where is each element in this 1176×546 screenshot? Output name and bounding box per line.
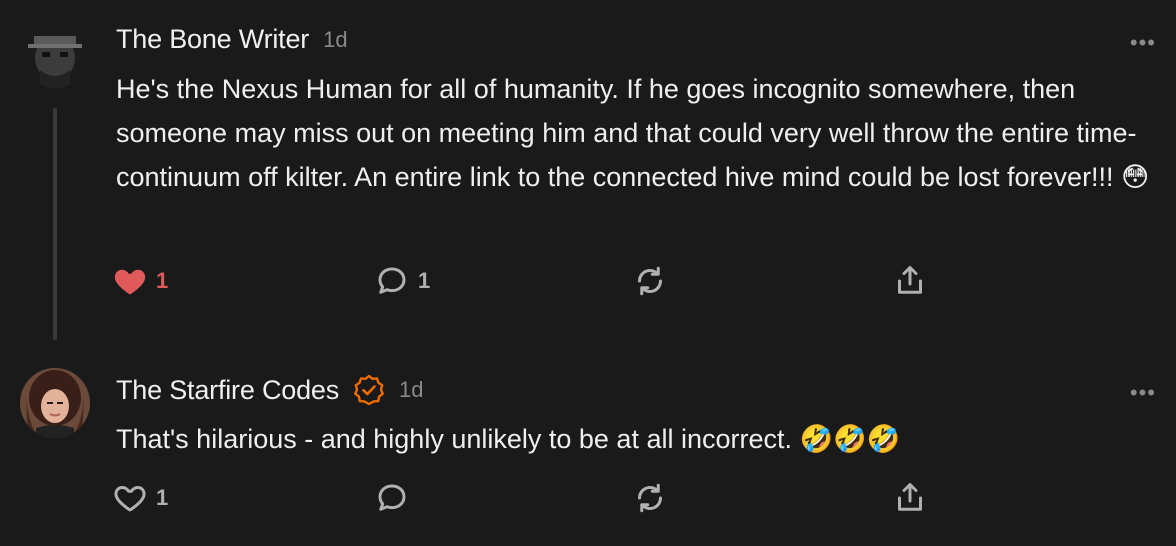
reply-button[interactable]: 1 [374,263,430,299]
like-button[interactable]: 1 [112,263,168,299]
comment-header: The Bone Writer 1d [116,24,348,55]
comment-header: The Starfire Codes 1d [116,374,423,406]
heart-icon [114,269,146,295]
share-button[interactable] [892,263,928,299]
more-icon[interactable]: ••• [1130,382,1156,404]
avatar[interactable] [20,18,90,88]
comment: The Bone Writer 1d ••• He's the Nexus Hu… [0,0,1176,340]
comment-bubble-icon [378,267,406,294]
reply-count: 1 [418,268,431,293]
comment-text: He's the Nexus Human for all of humanity… [116,74,1150,192]
timestamp[interactable]: 1d [399,377,423,403]
reply-button[interactable] [374,480,418,516]
restack-button[interactable] [632,480,668,516]
action-bar: 1 [112,480,932,516]
timestamp[interactable]: 1d [323,27,347,53]
heart-icon [114,486,146,512]
avatar[interactable] [20,368,90,438]
like-count: 1 [156,485,169,510]
like-count: 1 [156,268,169,293]
restack-icon [638,266,662,296]
comment-bubble-icon [378,484,406,511]
thread-line [53,108,57,340]
comment: The Starfire Codes 1d ••• That's hilario… [0,350,1176,546]
share-icon [898,266,922,294]
like-button[interactable]: 1 [112,480,168,516]
author-name[interactable]: The Bone Writer [116,24,309,55]
verified-badge-icon [353,374,385,406]
comment-text: That's hilarious - and highly unlikely t… [116,424,901,454]
restack-icon [638,483,662,513]
more-icon[interactable]: ••• [1130,32,1156,54]
author-name[interactable]: The Starfire Codes [116,375,339,406]
share-button[interactable] [892,480,928,516]
share-icon [898,483,922,511]
restack-button[interactable] [632,263,668,299]
action-bar: 1 1 [112,263,932,299]
